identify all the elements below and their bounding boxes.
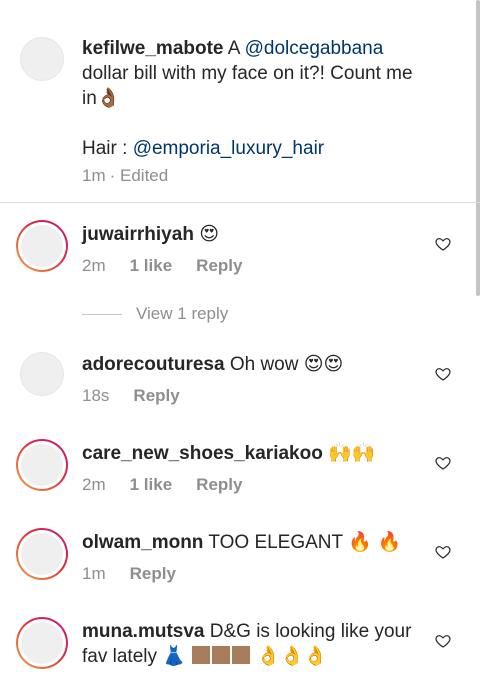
like-heart-icon[interactable] bbox=[435, 633, 451, 649]
comment-meta: 2m 1 like Reply bbox=[82, 474, 266, 496]
mention-dolcegabbana[interactable]: @dolcegabbana bbox=[245, 38, 384, 59]
ok-hand-emoji: 👌👌👌 bbox=[256, 645, 328, 667]
timestamp: 18s bbox=[82, 386, 110, 405]
username[interactable]: adorecouturesa bbox=[82, 354, 225, 375]
avatar[interactable] bbox=[16, 617, 68, 669]
caption-body: A bbox=[227, 38, 245, 59]
comment-text: juwairrhiyah 😍 bbox=[82, 222, 219, 247]
reply-button[interactable]: Reply bbox=[133, 386, 179, 405]
avatar[interactable] bbox=[16, 220, 68, 272]
skin-tone-emoji bbox=[192, 646, 211, 664]
reply-button[interactable]: Reply bbox=[196, 475, 242, 494]
username[interactable]: muna.mutsva bbox=[82, 621, 204, 642]
mention-emporia[interactable]: @emporia_luxury_hair bbox=[133, 138, 324, 159]
hair-label: Hair : bbox=[82, 138, 133, 159]
likes-count[interactable]: 1 like bbox=[130, 256, 173, 275]
caption-body-2: dollar bill with my face on it?! Count m… bbox=[82, 63, 413, 109]
comment-meta: 18s Reply bbox=[82, 385, 204, 407]
likes-count[interactable]: 1 like bbox=[130, 475, 173, 494]
heart-eyes-emoji: 😍😍 bbox=[303, 353, 344, 375]
avatar[interactable] bbox=[20, 37, 64, 81]
skin-tone-emoji bbox=[212, 646, 231, 664]
comment-text: care_new_shoes_kariakoo 🙌🙌 bbox=[82, 441, 375, 466]
reply-button[interactable]: Reply bbox=[196, 256, 242, 275]
comment-body: Oh wow bbox=[224, 354, 304, 375]
caption-meta: 1m · Edited bbox=[82, 165, 192, 187]
raising-hands-emoji: 🙌🙌 bbox=[328, 442, 376, 464]
caption-text: kefilwe_mabote A @dolcegabbana dollar bi… bbox=[82, 36, 432, 161]
comment-body: TOO ELEGANT bbox=[203, 532, 349, 553]
timestamp: 2m bbox=[82, 256, 106, 275]
post-caption: kefilwe_mabote A @dolcegabbana dollar bi… bbox=[0, 0, 480, 203]
timestamp: 1m bbox=[82, 564, 106, 583]
username[interactable]: olwam_monn bbox=[82, 532, 203, 553]
like-heart-icon[interactable] bbox=[435, 455, 451, 471]
like-heart-icon[interactable] bbox=[435, 366, 451, 382]
comment-text: olwam_monn TOO ELEGANT 🔥 🔥 bbox=[82, 530, 401, 555]
username[interactable]: kefilwe_mabote bbox=[82, 38, 224, 59]
reply-button[interactable]: Reply bbox=[130, 564, 176, 583]
dress-emoji: 👗 bbox=[162, 645, 186, 667]
heart-eyes-emoji: 😍 bbox=[199, 223, 220, 245]
timestamp: 2m bbox=[82, 475, 106, 494]
avatar[interactable] bbox=[20, 352, 64, 396]
view-replies-button[interactable]: View 1 reply bbox=[82, 303, 228, 325]
avatar[interactable] bbox=[16, 528, 68, 580]
like-heart-icon[interactable] bbox=[435, 544, 451, 560]
view-replies-label: View 1 reply bbox=[136, 304, 229, 323]
timestamp: 1m bbox=[82, 166, 106, 185]
username[interactable]: juwairrhiyah bbox=[82, 224, 194, 245]
username[interactable]: care_new_shoes_kariakoo bbox=[82, 443, 323, 464]
avatar[interactable] bbox=[16, 439, 68, 491]
ok-hand-emoji: 👌🏾 bbox=[96, 87, 121, 109]
comment-meta: 1m Reply bbox=[82, 563, 200, 585]
skin-tone-emoji bbox=[232, 646, 251, 664]
comment-text: adorecouturesa Oh wow 😍😍 bbox=[82, 352, 343, 377]
comment-text: muna.mutsva D&G is looking like your fav… bbox=[82, 619, 422, 669]
like-heart-icon[interactable] bbox=[435, 236, 451, 252]
fire-emoji: 🔥 🔥 bbox=[348, 531, 402, 553]
divider-line bbox=[82, 314, 122, 316]
edited-label: · Edited bbox=[109, 166, 169, 185]
comment-meta: 2m 1 like Reply bbox=[82, 255, 266, 277]
